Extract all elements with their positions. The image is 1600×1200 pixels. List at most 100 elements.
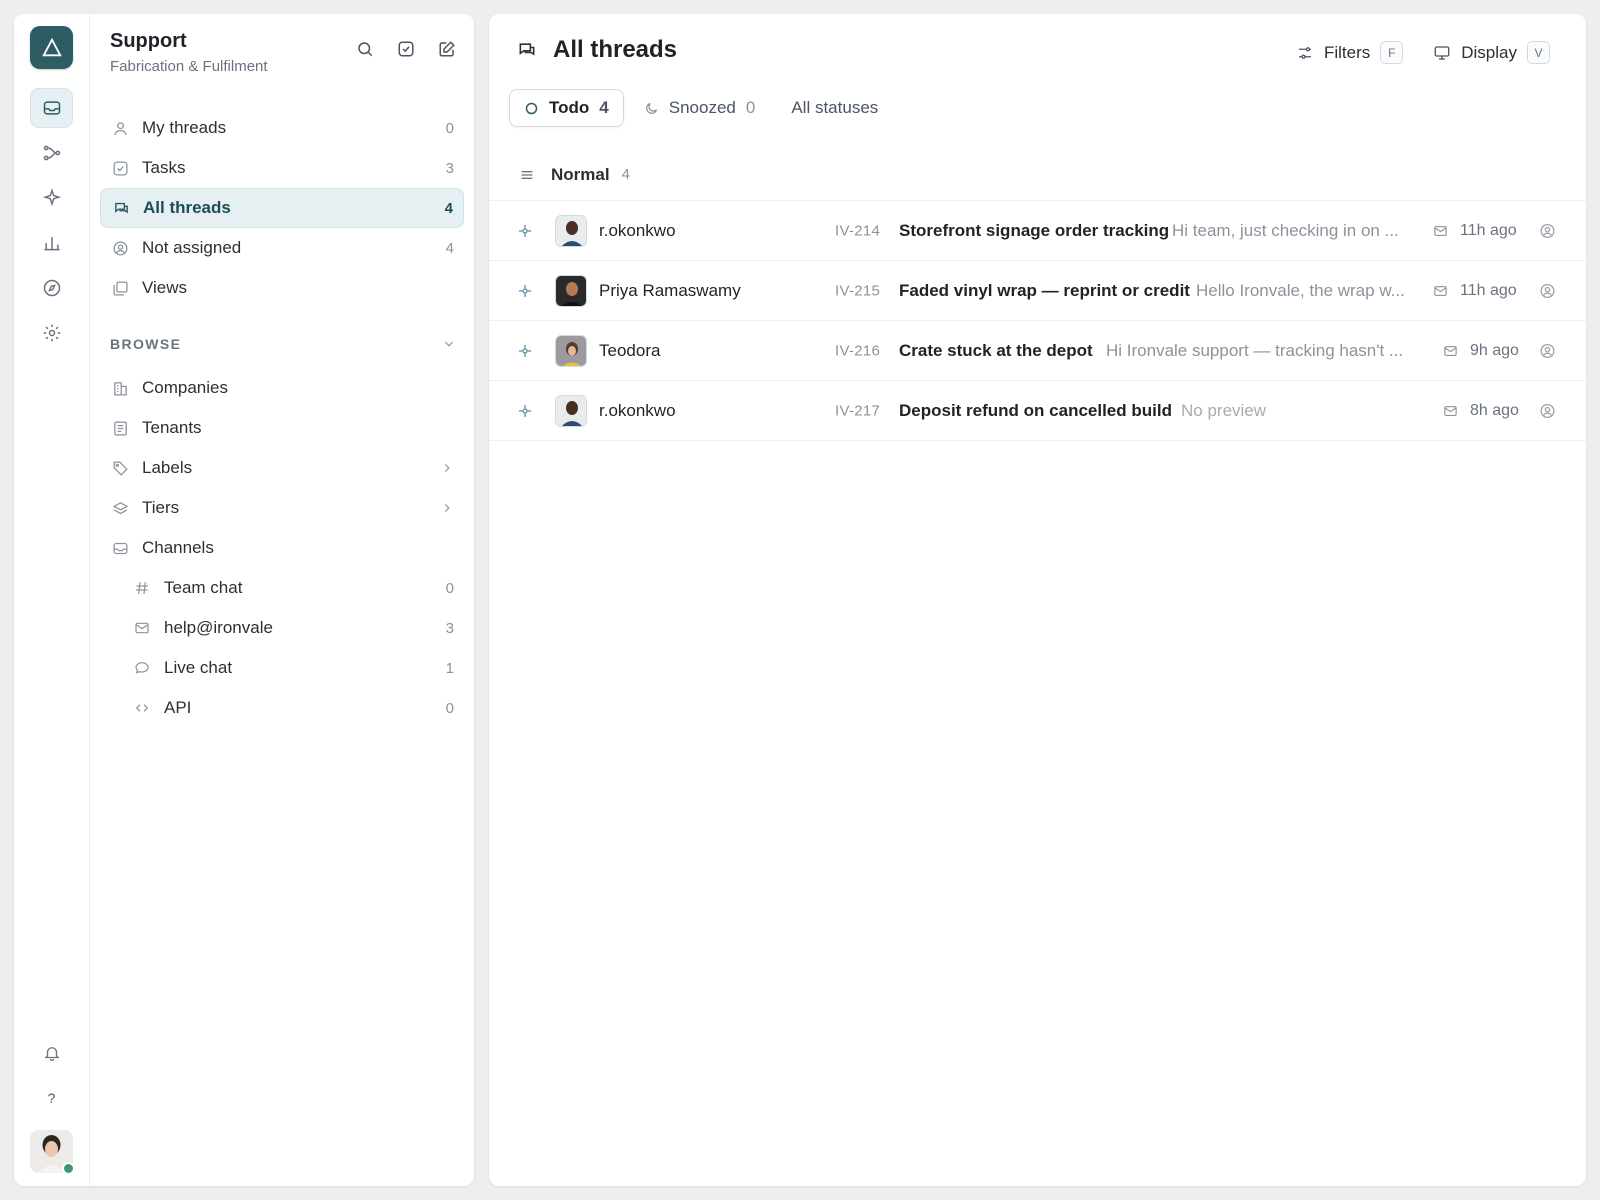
group-label: Normal [551,164,610,184]
bell-icon [43,1047,60,1062]
assignee-icon[interactable] [1539,222,1556,239]
sidebar-item-live-chat[interactable]: Live chat 1 [100,648,464,688]
settings-nav-button[interactable] [30,313,73,353]
sidebar-item-all-threads[interactable]: All threads 4 [100,188,464,228]
user-icon [110,120,130,137]
sidebar-item-tenants[interactable]: Tenants [100,408,464,448]
avatar [555,214,587,247]
sidebar-item-labels[interactable]: Labels [100,448,464,488]
sidebar-item-channels[interactable]: Channels [100,528,464,568]
sidebar-item-api[interactable]: API 0 [100,688,464,728]
hash-icon [132,580,152,596]
tab-todo[interactable]: Todo 4 [509,89,624,127]
filters-label: Filters [1323,42,1371,62]
tab-count: 0 [745,98,756,117]
mail-icon [132,620,152,636]
workflows-nav-button[interactable] [30,133,73,173]
building-icon [110,380,130,397]
tab-label: Snoozed [668,98,736,117]
sidebar-header-actions [356,40,456,58]
filters-button[interactable]: Filters F [1296,41,1404,64]
assignee-icon[interactable] [1539,282,1556,299]
triangle-logo-icon [41,37,62,56]
sidebar-item-my-threads[interactable]: My threads 0 [100,108,464,148]
tab-label: All statuses [791,98,879,117]
sidebar-item-label: Tasks [142,158,186,177]
avatar [555,394,587,427]
sidebar-item-count: 4 [445,239,454,257]
sidebar-item-label: API [164,698,192,717]
thread-requester: r.okonkwo [599,220,676,240]
mail-icon [1433,283,1448,298]
thread-time: 9h ago [1470,341,1519,359]
sidebar-item-label: Companies [142,378,228,397]
toolbar: Filters F Display V [1296,41,1550,64]
online-status-dot [62,1162,75,1175]
browse-section-header[interactable]: BROWSE [110,332,456,356]
sidebar-item-count: 3 [445,619,454,637]
inbox-nav-button[interactable] [30,88,73,128]
sidebar-item-tiers[interactable]: Tiers [100,488,464,528]
mail-icon [1443,403,1458,418]
thread-id: IV-215 [835,282,881,299]
workspace-title: Support [110,30,187,52]
mail-icon [1443,343,1458,358]
layers-icon [110,500,130,517]
assignee-icon[interactable] [1539,342,1556,359]
sidebar-item-count: 4 [444,199,453,217]
sidebar-item-count: 0 [445,119,454,137]
mail-icon [1433,223,1448,238]
display-shortcut-key: V [1527,41,1550,64]
user-avatar[interactable] [30,1130,75,1175]
question-icon: ? [47,1090,56,1106]
circle-status-icon [525,102,538,114]
help-center-nav-button[interactable] [30,268,73,308]
sidebar-item-team-chat[interactable]: Team chat 0 [100,568,464,608]
thread-row[interactable]: r.okonkwo IV-217 Deposit refund on cance… [489,381,1586,441]
thread-row[interactable]: Priya Ramaswamy IV-215 Faded vinyl wrap … [489,261,1586,321]
avatar [555,274,587,307]
priority-icon [517,403,533,419]
group-count: 4 [621,166,630,183]
sidebar-item-label: My threads [142,118,227,137]
tab-all-statuses[interactable]: All statuses [777,89,892,127]
ai-nav-button[interactable] [30,178,73,218]
priority-group-header[interactable]: Normal 4 [489,149,1586,201]
sparkle-icon [42,188,61,207]
thread-subject: Storefront signage order tracking [899,220,1170,240]
sidebar-item-companies[interactable]: Companies [100,368,464,408]
thread-preview: No preview [1181,400,1267,420]
thread-row[interactable]: r.okonkwo IV-214 Storefront signage orde… [489,201,1586,261]
sidebar-item-not-assigned[interactable]: Not assigned 4 [100,228,464,268]
page-title-text: All threads [553,36,678,63]
thread-requester: Priya Ramaswamy [599,280,741,300]
sidebar-item-label: Tiers [142,498,180,517]
sidebar-item-views[interactable]: Views [100,268,464,308]
display-button[interactable]: Display V [1433,41,1550,64]
thread-time: 8h ago [1470,401,1519,419]
workspace-subtitle: Fabrication & Fulfilment [110,58,268,75]
notifications-button[interactable] [30,1033,73,1073]
sidebar-item-label: help@ironvale [164,618,273,637]
gear-icon [43,324,60,342]
compose-icon[interactable] [438,40,456,58]
search-icon[interactable] [356,40,374,58]
thread-id: IV-214 [835,222,881,239]
tab-snoozed[interactable]: Snoozed 0 [630,89,770,127]
help-button[interactable]: ? [30,1078,73,1118]
assignee-icon[interactable] [1539,402,1556,419]
thread-row[interactable]: Teodora IV-216 Crate stuck at the depot … [489,321,1586,381]
task-check-icon[interactable] [397,40,415,58]
analytics-nav-button[interactable] [30,223,73,263]
thread-subject: Faded vinyl wrap — reprint or credit [899,280,1190,300]
sidebar-item-help-email[interactable]: help@ironvale 3 [100,608,464,648]
thread-preview: Hi team, just checking in on ... [1172,220,1399,240]
sidebar-item-tasks[interactable]: Tasks 3 [100,148,464,188]
inbox-icon [43,101,60,115]
app-logo[interactable] [30,26,73,69]
thread-requester: r.okonkwo [599,400,676,420]
user-circle-icon [110,240,130,257]
priority-icon [517,283,533,299]
priority-icon [517,343,533,359]
thread-time: 11h ago [1460,221,1517,239]
